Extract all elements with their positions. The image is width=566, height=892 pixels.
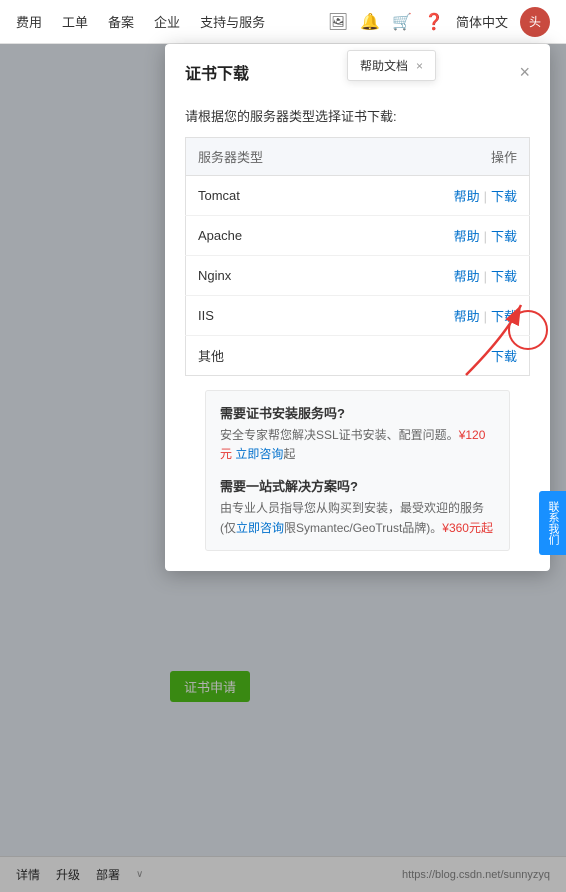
modal-close-button[interactable]: × xyxy=(519,63,530,81)
action-cell: 帮助 | 下载 xyxy=(359,296,529,336)
action-divider: | xyxy=(484,269,487,284)
lang-switcher[interactable]: 简体中文 xyxy=(456,12,508,31)
server-type-table: 服务器类型 操作 Tomcat 帮助 | 下载 Apache 帮助 | 下载 Nginx 帮助 | 下… xyxy=(185,137,530,376)
image-icon[interactable]: 🖼 xyxy=(328,12,348,32)
table-row: Tomcat 帮助 | 下载 xyxy=(186,176,530,216)
table-header-row: 服务器类型 操作 xyxy=(186,138,530,176)
action-divider: | xyxy=(484,229,487,244)
help-icon[interactable]: ❓ xyxy=(424,12,444,32)
promo-box: 需要证书安装服务吗? 安全专家帮您解决SSL证书安装、配置问题。¥120元 立即… xyxy=(205,390,510,551)
action-divider: | xyxy=(484,189,487,204)
download-link-nginx[interactable]: 下载 xyxy=(491,269,517,284)
nav-item-support[interactable]: 支持与服务 xyxy=(200,12,265,31)
action-divider: | xyxy=(484,309,487,324)
promo-full-after: 限Symantec/GeoTrust品牌)。 xyxy=(284,521,442,535)
bell-icon[interactable]: 🔔 xyxy=(360,12,380,32)
col-server-type: 服务器类型 xyxy=(186,138,360,176)
action-cell: 帮助 | 下载 xyxy=(359,216,529,256)
server-type-cell: Nginx xyxy=(186,256,360,296)
help-tooltip-label: 帮助文档 xyxy=(360,57,408,74)
promo-install-title: 需要证书安装服务吗? xyxy=(220,403,495,422)
table-row: IIS 帮助 | 下载 xyxy=(186,296,530,336)
table-row: 其他 下载 xyxy=(186,336,530,376)
nav-item-tickets[interactable]: 工单 xyxy=(62,12,88,31)
server-type-cell: Tomcat xyxy=(186,176,360,216)
modal-body: 请根据您的服务器类型选择证书下载: 服务器类型 操作 Tomcat帮助|下载Ap… xyxy=(165,96,550,551)
promo-full-consult-link[interactable]: 立即咨询 xyxy=(236,521,284,535)
user-avatar[interactable]: 头 xyxy=(520,7,550,37)
nav-item-fees[interactable]: 费用 xyxy=(16,12,42,31)
table-row: Nginx 帮助 | 下载 xyxy=(186,256,530,296)
download-link-tomcat[interactable]: 下载 xyxy=(491,189,517,204)
promo-fullsolution: 需要一站式解决方案吗? 由专业人员指导您从购买到安装，最受欢迎的服务(仅立即咨询… xyxy=(220,476,495,537)
modal-title: 证书下载 xyxy=(185,60,249,84)
server-type-cell: IIS xyxy=(186,296,360,336)
float-contact-cta[interactable]: 联系我们 xyxy=(539,491,566,555)
help-tooltip-close[interactable]: × xyxy=(416,59,423,73)
help-link-iis[interactable]: 帮助 xyxy=(454,309,480,324)
action-cell: 下载 xyxy=(359,336,529,376)
table-row: Apache 帮助 | 下载 xyxy=(186,216,530,256)
promo-install-consult-link[interactable]: 立即咨询 xyxy=(235,447,283,461)
nav-item-enterprise[interactable]: 企业 xyxy=(154,12,180,31)
promo-full-desc: 由专业人员指导您从购买到安装，最受欢迎的服务(仅立即咨询限Symantec/Ge… xyxy=(220,499,495,537)
download-link-apache[interactable]: 下载 xyxy=(491,229,517,244)
cart-icon[interactable]: 🛒 xyxy=(392,12,412,32)
help-tooltip: 帮助文档 × xyxy=(347,50,436,81)
help-link-tomcat[interactable]: 帮助 xyxy=(454,189,480,204)
nav-item-filing[interactable]: 备案 xyxy=(108,12,134,31)
cert-download-modal: 证书下载 × 请根据您的服务器类型选择证书下载: 服务器类型 操作 Tomcat… xyxy=(165,44,550,571)
download-link-iis[interactable]: 下载 xyxy=(491,309,517,324)
promo-install-after: 起 xyxy=(283,447,295,461)
promo-full-price2: ¥360元起 xyxy=(442,521,493,535)
action-cell: 帮助 | 下载 xyxy=(359,256,529,296)
help-link-nginx[interactable]: 帮助 xyxy=(454,269,480,284)
download-link-其他[interactable]: 下载 xyxy=(491,349,517,364)
action-cell: 帮助 | 下载 xyxy=(359,176,529,216)
promo-full-title: 需要一站式解决方案吗? xyxy=(220,476,495,495)
top-navigation: 费用 工单 备案 企业 支持与服务 🖼 🔔 🛒 ❓ 简体中文 头 xyxy=(0,0,566,44)
server-type-cell: 其他 xyxy=(186,336,360,376)
topnav-icons-group: 🖼 🔔 🛒 ❓ 简体中文 头 xyxy=(328,7,550,37)
promo-install-service: 需要证书安装服务吗? 安全专家帮您解决SSL证书安装、配置问题。¥120元 立即… xyxy=(220,403,495,464)
server-type-cell: Apache xyxy=(186,216,360,256)
promo-install-desc-before: 安全专家帮您解决SSL证书安装、配置问题。 xyxy=(220,428,459,442)
promo-install-desc: 安全专家帮您解决SSL证书安装、配置问题。¥120元 立即咨询起 xyxy=(220,426,495,464)
col-action: 操作 xyxy=(359,138,529,176)
modal-instruction: 请根据您的服务器类型选择证书下载: xyxy=(185,106,530,125)
help-link-apache[interactable]: 帮助 xyxy=(454,229,480,244)
